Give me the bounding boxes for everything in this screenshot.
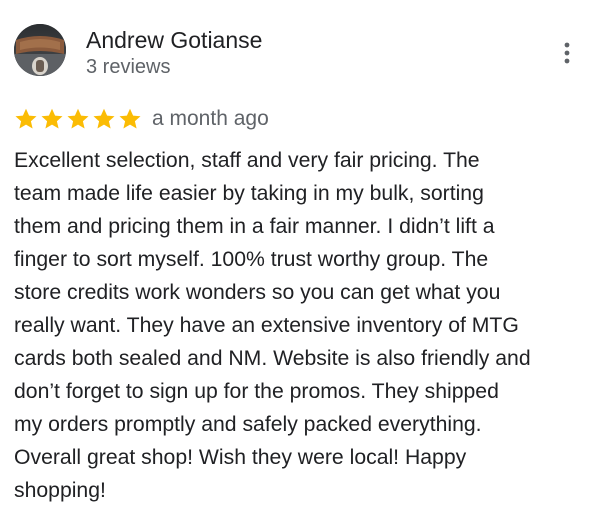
review-text-line: Overall great shop! Wish they were local… <box>14 446 467 469</box>
star-icon <box>41 108 63 129</box>
more-options-button[interactable] <box>552 38 582 68</box>
review-text-line: store credits work wonders so you can ge… <box>14 281 501 304</box>
review-text-line: really want. They have an extensive inve… <box>14 314 519 337</box>
review-text-line: cards both sealed and NM. Website is als… <box>14 347 531 370</box>
star-icon <box>67 108 89 129</box>
review-card: Andrew Gotianse 3 reviews a month ago Ex… <box>0 0 606 532</box>
review-text-line: Excellent selection, staff and very fair… <box>14 149 480 172</box>
star-rating <box>14 106 144 132</box>
review-text-line: them and pricing them in a fair manner. … <box>14 215 495 238</box>
review-text-line: my orders promptly and safely packed eve… <box>14 413 482 436</box>
review-date: a month ago <box>152 107 269 130</box>
star-icon <box>119 108 141 129</box>
review-text-line: team made life easier by taking in my bu… <box>14 182 484 205</box>
review-text-line: finger to sort myself. 100% trust worthy… <box>14 248 489 271</box>
more-vert-icon <box>564 42 570 64</box>
reviewer-name[interactable]: Andrew Gotianse <box>86 26 262 54</box>
review-text-line: don’t forget to sign up for the promos. … <box>14 380 499 403</box>
review-text: Excellent selection, staff and very fair… <box>14 144 594 507</box>
review-count[interactable]: 3 reviews <box>86 55 170 79</box>
star-icon <box>15 108 37 129</box>
review-text-line: shopping! <box>14 479 106 502</box>
star-icon <box>93 108 115 129</box>
avatar[interactable] <box>14 24 66 76</box>
profile-photo-icon <box>14 24 66 76</box>
